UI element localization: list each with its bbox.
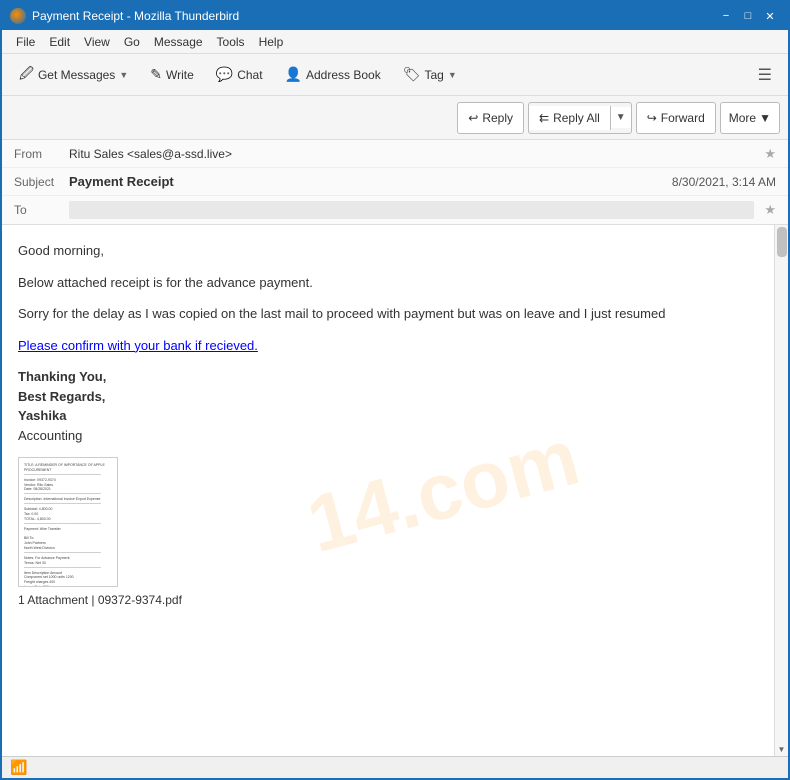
sig-line3: Yashika (18, 408, 66, 423)
menu-go[interactable]: Go (118, 33, 146, 51)
write-button[interactable]: ✎ Write (141, 59, 203, 91)
para3-text: Please confirm with your bank if recieve… (18, 338, 258, 353)
to-field (69, 201, 754, 219)
title-bar: Payment Receipt - Mozilla Thunderbird − … (2, 2, 788, 30)
subject-row: Subject Payment Receipt 8/30/2021, 3:14 … (2, 168, 788, 196)
sig-line1: Thanking You, (18, 369, 106, 384)
address-book-label: Address Book (306, 68, 381, 82)
menu-file[interactable]: File (10, 33, 41, 51)
scrollbar[interactable]: ▼ (774, 225, 788, 756)
more-dropdown-arrow: ▼ (759, 111, 771, 125)
more-label: More (729, 111, 756, 125)
to-row: To ★ (2, 196, 788, 224)
app-logo (10, 8, 26, 24)
maximize-button[interactable]: □ (738, 8, 758, 24)
tag-icon: 🏷 (403, 66, 421, 83)
reply-all-label: Reply All (553, 111, 600, 125)
para1: Below attached receipt is for the advanc… (18, 273, 758, 293)
address-book-icon: 👤 (285, 66, 302, 83)
email-body: 14.com Good morning, Below attached rece… (2, 225, 774, 756)
forward-label: Forward (661, 111, 705, 125)
attachment-thumb-content: TITLE: A REMINDER OF IMPORTANCE OF APPLE… (19, 458, 117, 586)
connection-icon: 📶 (10, 759, 27, 776)
main-window: Payment Receipt - Mozilla Thunderbird − … (0, 0, 790, 780)
signature: Thanking You, Best Regards, Yashika Acco… (18, 367, 758, 445)
to-label: To (14, 203, 69, 217)
title-bar-left: Payment Receipt - Mozilla Thunderbird (10, 8, 239, 24)
menu-edit[interactable]: Edit (43, 33, 76, 51)
more-button[interactable]: More ▼ (720, 102, 780, 134)
para2: Sorry for the delay as I was copied on t… (18, 304, 758, 324)
menu-view[interactable]: View (78, 33, 116, 51)
attachment-container: TITLE: A REMINDER OF IMPORTANCE OF APPLE… (18, 457, 758, 587)
tag-dropdown-arrow[interactable]: ▼ (448, 70, 457, 80)
tag-label: Tag (424, 68, 443, 82)
reply-arrow-icon: ↩ (468, 111, 478, 125)
close-button[interactable]: ✕ (760, 8, 780, 24)
reply-all-chevron-icon: ▼ (616, 112, 626, 123)
to-star-icon[interactable]: ★ (764, 202, 776, 218)
window-title: Payment Receipt - Mozilla Thunderbird (32, 9, 239, 23)
scroll-down-button[interactable]: ▼ (775, 742, 788, 756)
reply-all-button[interactable]: ⇇ Reply All (529, 106, 611, 130)
forward-button[interactable]: ↪ Forward (636, 102, 716, 134)
get-messages-icon: 🖉 (19, 63, 34, 87)
get-messages-label: Get Messages (38, 68, 115, 82)
reply-button[interactable]: ↩ Reply (457, 102, 524, 134)
sig-line2: Best Regards, (18, 389, 105, 404)
email-date: 8/30/2021, 3:14 AM (672, 175, 776, 189)
forward-arrow-icon: ↪ (647, 111, 657, 125)
reply-all-dropdown-button[interactable]: ▼ (611, 107, 631, 128)
tag-button[interactable]: 🏷 Tag ▼ (394, 59, 466, 91)
from-email: sales@a-ssd.live (134, 147, 225, 161)
hamburger-menu-button[interactable]: ☰ (750, 61, 780, 89)
greeting: Good morning, (18, 241, 758, 261)
toolbar: 🖉 Get Messages ▼ ✎ Write 💬 Chat 👤 Addres… (2, 54, 788, 96)
reply-all-split-button: ⇇ Reply All ▼ (528, 102, 632, 134)
attachment-info: 1 Attachment | 09372-9374.pdf (18, 587, 758, 609)
attachment-thumbnail[interactable]: TITLE: A REMINDER OF IMPORTANCE OF APPLE… (18, 457, 118, 587)
write-icon: ✎ (150, 66, 162, 83)
status-bar: 📶 (2, 756, 788, 778)
from-value: Ritu Sales <sales@a-ssd.live> (69, 147, 758, 161)
chat-label: Chat (237, 68, 262, 82)
email-body-wrapper: 14.com Good morning, Below attached rece… (2, 225, 788, 756)
scroll-down-arrow: ▼ (778, 745, 786, 754)
write-label: Write (166, 68, 194, 82)
subject-value: Payment Receipt (69, 174, 672, 189)
chat-button[interactable]: 💬 Chat (207, 59, 272, 91)
reply-all-arrows-icon: ⇇ (539, 111, 549, 125)
menu-message[interactable]: Message (148, 33, 209, 51)
subject-label: Subject (14, 175, 69, 189)
star-icon[interactable]: ★ (764, 146, 776, 162)
action-bar: ↩ Reply ⇇ Reply All ▼ ↪ Forward More ▼ (2, 96, 788, 140)
email-header: From Ritu Sales <sales@a-ssd.live> ★ Sub… (2, 140, 788, 225)
attachment-info-text: 1 Attachment | 09372-9374.pdf (18, 591, 182, 609)
from-label: From (14, 147, 69, 161)
from-name: Ritu Sales (69, 147, 124, 161)
minimize-button[interactable]: − (716, 8, 736, 24)
window-controls: − □ ✕ (716, 8, 780, 24)
sig-line4: Accounting (18, 428, 82, 443)
address-book-button[interactable]: 👤 Address Book (276, 59, 390, 91)
get-messages-button[interactable]: 🖉 Get Messages ▼ (10, 59, 137, 91)
chat-icon: 💬 (216, 66, 233, 83)
menu-help[interactable]: Help (253, 33, 290, 51)
para3: Please confirm with your bank if recieve… (18, 336, 758, 356)
menu-bar: File Edit View Go Message Tools Help (2, 30, 788, 54)
scrollbar-thumb[interactable] (777, 227, 787, 257)
from-row: From Ritu Sales <sales@a-ssd.live> ★ (2, 140, 788, 168)
menu-tools[interactable]: Tools (211, 33, 251, 51)
get-messages-dropdown-arrow[interactable]: ▼ (119, 70, 128, 80)
reply-label: Reply (482, 111, 513, 125)
email-content: Good morning, Below attached receipt is … (18, 241, 758, 609)
